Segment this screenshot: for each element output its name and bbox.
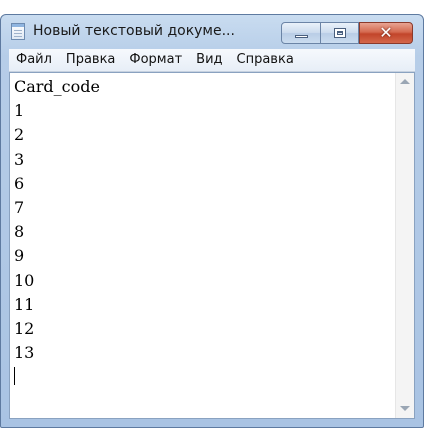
minimize-button[interactable] <box>281 22 321 44</box>
text-line: 6 <box>14 173 25 193</box>
text-content[interactable]: Card_code 1 2 3 6 7 8 9 10 11 12 13 <box>14 75 392 416</box>
text-line <box>14 365 392 389</box>
text-line: 8 <box>14 222 25 242</box>
scroll-up-arrow-icon[interactable] <box>400 79 410 84</box>
text-line: 13 <box>14 343 35 363</box>
menu-bar: Файл Правка Формат Вид Справка <box>9 49 415 72</box>
menu-edit[interactable]: Правка <box>59 49 122 71</box>
text-line: Card_code <box>14 77 100 96</box>
notepad-icon[interactable] <box>11 23 25 40</box>
text-line: 2 <box>14 125 25 145</box>
text-line: 9 <box>14 246 25 266</box>
scroll-down-arrow-icon[interactable] <box>400 406 410 411</box>
close-icon: ✕ <box>379 23 393 42</box>
text-line: 3 <box>14 149 25 169</box>
close-button[interactable]: ✕ <box>359 22 413 44</box>
minimize-icon <box>295 35 308 38</box>
title-bar[interactable]: Новый текстовый докуме... ✕ <box>1 15 423 49</box>
menu-view[interactable]: Вид <box>189 49 229 71</box>
text-line: 12 <box>14 318 35 338</box>
window-title: Новый текстовый докуме... <box>33 23 235 39</box>
menu-format[interactable]: Формат <box>122 49 189 71</box>
maximize-icon <box>334 28 346 38</box>
maximize-button[interactable] <box>321 22 359 44</box>
text-line: 1 <box>14 101 25 121</box>
menu-help[interactable]: Справка <box>230 49 301 71</box>
text-line: 10 <box>14 270 35 290</box>
text-line: 11 <box>14 294 35 314</box>
text-editor[interactable]: Card_code 1 2 3 6 7 8 9 10 11 12 13 <box>9 72 415 419</box>
text-line: 7 <box>14 197 25 217</box>
notepad-window: Новый текстовый докуме... ✕ Файл Правка … <box>0 14 424 428</box>
vertical-scrollbar[interactable] <box>395 73 414 418</box>
menu-file[interactable]: Файл <box>9 49 59 71</box>
text-cursor <box>14 367 15 386</box>
